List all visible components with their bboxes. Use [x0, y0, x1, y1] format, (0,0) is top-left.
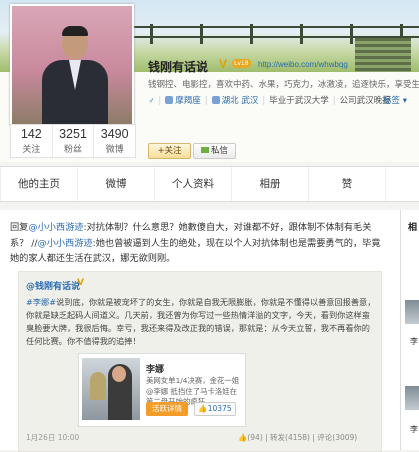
profile-nav: 他的主页 微博 个人资料 相册 赞	[0, 166, 419, 202]
sidebar-item[interactable]: 李	[410, 424, 418, 435]
stairs	[355, 38, 411, 72]
stat-following-label: 关注	[22, 145, 41, 155]
avatar[interactable]	[10, 4, 134, 126]
tag-location[interactable]: 湖北 武汉	[222, 96, 259, 106]
verified-icon[interactable]: V	[219, 57, 227, 71]
fence-post	[300, 24, 303, 44]
fence-post	[150, 24, 153, 44]
tab-profile[interactable]: 个人资料	[155, 167, 232, 201]
repost-body: 说到底，你就是被宠坏了的女生，你就是自我无限膨胀，你就是不懂得以善意回报善意，你…	[26, 297, 376, 346]
tab-album[interactable]: 相册	[232, 167, 309, 201]
fence-post	[200, 24, 203, 44]
tab-weibo[interactable]: 微博	[78, 167, 155, 201]
follow-button[interactable]: +关注	[148, 143, 191, 159]
sidebar-title: 相	[408, 223, 418, 233]
like-count[interactable]: (94)	[247, 433, 262, 442]
like-icon[interactable]: 👍	[238, 433, 247, 442]
gender-icon: ♂	[148, 95, 155, 105]
stat-weibo-label: 微博	[105, 145, 124, 155]
sidebar-thumbnail[interactable]	[405, 300, 419, 324]
sidebar-thumbnail[interactable]	[405, 386, 419, 410]
hashtag-link[interactable]: #李娜#	[26, 297, 56, 307]
sidebar-item[interactable]: 李	[410, 336, 418, 347]
tag-education[interactable]: 毕业于武汉大学	[269, 96, 329, 106]
mention-link[interactable]: @小小西游迹	[28, 222, 83, 233]
stat-fans-count: 3251	[59, 127, 87, 141]
message-icon	[200, 147, 209, 153]
location-icon	[211, 96, 220, 104]
post-text: 回复@小小西游迹:对抗体制？什么意思？她數傻自大，对谁都不好，跟体制不体制有毛关…	[10, 220, 385, 267]
right-sidebar	[400, 210, 419, 450]
card-action-button[interactable]: 活跃详情	[146, 402, 188, 416]
tab-home[interactable]: 他的主页	[0, 167, 78, 201]
card-image[interactable]	[82, 358, 140, 420]
repost-text: #李娜#说到底，你就是被宠坏了的女生，你就是自我无限膨胀，你就是不懂得以善意回报…	[26, 296, 376, 348]
profile-name: 钱刚有话说	[148, 60, 209, 74]
card-like-count-value: 10375	[207, 404, 232, 413]
profile-bio: 钱钢控、电影控，喜欢中药、水果，巧克力，冰激凌，追逐快乐，享受生活。	[148, 80, 419, 90]
verified-icon: V	[77, 278, 84, 288]
profile-stats: 142 关注 3251 粉丝 3490 微博	[10, 124, 136, 158]
profile-tags: ♂ | 摩羯座 | 湖北 武汉 | 毕业于武汉大学 | 公司武汉晚报	[148, 95, 391, 106]
trophy-icon	[90, 372, 106, 400]
stat-following-count: 142	[20, 127, 42, 141]
fence-rail	[130, 26, 419, 28]
stat-weibo[interactable]: 3490 微博	[94, 125, 135, 157]
post-prefix: 回复	[10, 222, 29, 233]
fence-post	[250, 24, 253, 44]
mention-link[interactable]: @小小西游迹	[38, 238, 93, 249]
message-button[interactable]: 私信	[193, 143, 236, 159]
tag-star-sign[interactable]: 摩羯座	[175, 96, 201, 106]
card-title[interactable]: 李娜	[146, 362, 164, 375]
comment-link[interactable]: 评论(3009)	[317, 433, 357, 442]
repost-link[interactable]: 转发(4158)	[270, 433, 310, 442]
post-actions: 👍(94) | 转发(4158) | 评论(3009)	[238, 433, 358, 442]
fence-post	[350, 24, 353, 44]
stat-following[interactable]: 142 关注	[11, 125, 53, 157]
repost-author[interactable]: @钱刚有话说	[26, 279, 80, 292]
stat-fans[interactable]: 3251 粉丝	[53, 125, 95, 157]
tags-dropdown[interactable]: 标签 ▾	[383, 94, 407, 106]
level-badge[interactable]: Lv18	[232, 59, 251, 68]
profile-url[interactable]: http://weibo.com/whwbqg	[258, 60, 348, 69]
message-button-label: 私信	[210, 146, 228, 156]
post-timestamp[interactable]: 1月26日 10:00	[26, 432, 79, 443]
tab-likes[interactable]: 赞	[309, 167, 386, 201]
stat-fans-label: 粉丝	[64, 145, 83, 155]
card-like-count[interactable]: 👍10375	[194, 402, 236, 416]
stat-weibo-count: 3490	[100, 127, 129, 141]
star-sign-icon	[165, 96, 174, 104]
